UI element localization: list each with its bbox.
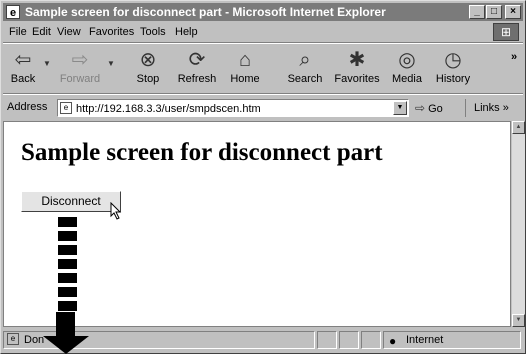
menu-bar: File Edit View Favorites Tools Help ⊞ — [3, 23, 523, 41]
favorites-button[interactable]: ✱ Favorites — [331, 47, 383, 89]
disconnect-button[interactable]: Disconnect — [21, 191, 121, 212]
page-heading: Sample screen for disconnect part — [21, 139, 383, 166]
address-dropdown-icon[interactable]: ▼ — [393, 101, 407, 115]
stop-label: Stop — [136, 73, 160, 85]
title-bar: e Sample screen for disconnect part - Mi… — [3, 3, 523, 21]
forward-arrow-icon: ⇨ — [71, 49, 89, 71]
stop-button[interactable]: ⊗ Stop — [127, 47, 169, 89]
status-text: Don — [24, 334, 45, 346]
media-label: Media — [392, 73, 422, 85]
scroll-down-icon[interactable]: ▼ — [512, 314, 525, 327]
menu-tools[interactable]: Tools — [140, 25, 166, 39]
address-input[interactable]: e http://192.168.3.3/user/smpdscen.htm ▼ — [57, 99, 409, 117]
toolbar-overflow-chevron[interactable]: » — [511, 51, 517, 63]
zone-panel: ● Internet — [383, 331, 521, 349]
dashed-arrow-segment — [58, 245, 77, 255]
dashed-arrow-segment — [58, 287, 77, 297]
refresh-label: Refresh — [177, 73, 217, 85]
back-arrow-icon: ⇦ — [14, 49, 32, 71]
home-label: Home — [230, 73, 260, 85]
menu-file[interactable]: File — [9, 25, 27, 39]
forward-dropdown-icon[interactable]: ▼ — [107, 59, 115, 68]
history-icon: ◷ — [444, 49, 462, 71]
status-panel-empty — [339, 331, 359, 349]
back-label: Back — [10, 73, 36, 85]
ie-page-icon: e — [6, 5, 20, 19]
refresh-icon: ⟳ — [188, 49, 206, 71]
standard-toolbar: ⇦ Back ▼ ⇨ Forward ▼ ⊗ Stop ⟳ Refresh ⌂ … — [3, 45, 523, 91]
menu-help[interactable]: Help — [175, 25, 198, 39]
dashed-arrow-segment — [58, 301, 77, 311]
dashed-arrow-segment — [58, 217, 77, 227]
scroll-up-icon[interactable]: ▲ — [512, 121, 525, 134]
vertical-scrollbar[interactable]: ▲ ▼ — [511, 121, 525, 327]
favorites-label: Favorites — [334, 73, 380, 85]
favorites-icon: ✱ — [348, 49, 366, 71]
close-button[interactable]: × — [505, 5, 521, 19]
media-icon: ◎ — [398, 49, 416, 71]
menu-edit[interactable]: Edit — [32, 25, 51, 39]
media-button[interactable]: ◎ Media — [387, 47, 427, 89]
toolbar-separator — [3, 93, 523, 95]
search-icon: ⌕ — [299, 49, 311, 71]
globe-icon: ● — [389, 334, 397, 348]
browser-window: e Sample screen for disconnect part - Mi… — [0, 0, 526, 354]
go-arrow-icon: ⇨ — [415, 101, 426, 115]
links-button[interactable]: Links » — [465, 99, 509, 117]
status-text-panel: e Don — [3, 331, 315, 349]
home-icon: ⌂ — [238, 49, 252, 71]
back-dropdown-icon[interactable]: ▼ — [43, 59, 51, 68]
refresh-button[interactable]: ⟳ Refresh — [175, 47, 219, 89]
menu-view[interactable]: View — [57, 25, 81, 39]
minimize-button[interactable]: _ — [469, 5, 485, 19]
history-button[interactable]: ◷ History — [431, 47, 475, 89]
forward-label: Forward — [59, 73, 101, 85]
dashed-arrow-segment — [58, 273, 77, 283]
search-button[interactable]: ⌕ Search — [283, 47, 327, 89]
mouse-cursor-icon — [110, 202, 122, 220]
page-icon: e — [60, 102, 72, 114]
back-button[interactable]: ⇦ Back — [5, 47, 41, 89]
address-label: Address — [7, 101, 48, 113]
status-bar: e Don ● Internet — [3, 329, 523, 351]
go-label: Go — [428, 103, 443, 115]
home-button[interactable]: ⌂ Home — [225, 47, 265, 89]
window-title: Sample screen for disconnect part - Micr… — [25, 5, 386, 19]
status-panel-empty — [317, 331, 337, 349]
stop-icon: ⊗ — [139, 49, 157, 71]
search-label: Search — [287, 73, 323, 85]
menu-favorites[interactable]: Favorites — [89, 25, 134, 39]
address-url: http://192.168.3.3/user/smpdscen.htm — [76, 103, 261, 115]
go-button[interactable]: ⇨ Go — [415, 99, 443, 117]
address-bar: Address e http://192.168.3.3/user/smpdsc… — [3, 97, 523, 119]
forward-button[interactable]: ⇨ Forward — [57, 47, 103, 89]
menu-separator — [3, 42, 523, 44]
history-label: History — [435, 73, 471, 85]
maximize-button[interactable]: □ — [486, 5, 502, 19]
page-content: Sample screen for disconnect part Discon… — [3, 121, 511, 327]
dashed-arrow-segment — [58, 259, 77, 269]
windows-logo-icon: ⊞ — [493, 23, 519, 41]
status-panel-empty — [361, 331, 381, 349]
page-status-icon: e — [7, 333, 19, 345]
dashed-arrow-segment — [58, 231, 77, 241]
zone-text: Internet — [406, 334, 444, 346]
